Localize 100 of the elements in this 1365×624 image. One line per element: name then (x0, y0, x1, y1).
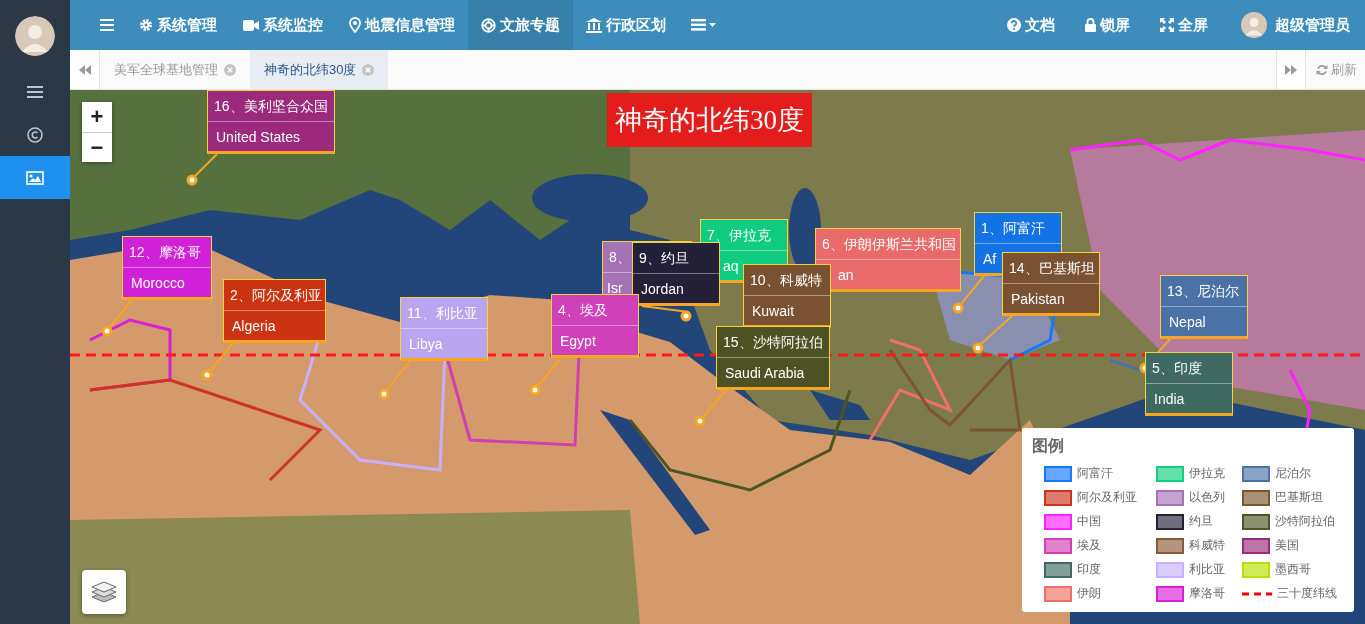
map-popup[interactable]: 9、约旦 Jordan (632, 242, 720, 306)
location-marker-icon[interactable] (186, 174, 198, 186)
popup-title: 6、伊朗伊斯兰共和国 (822, 236, 956, 252)
scroll-left-button[interactable] (70, 50, 100, 89)
leader-line (386, 360, 411, 391)
leader-line (960, 275, 985, 305)
popup-subtitle: Libya (409, 335, 443, 352)
zoom-in-button[interactable]: + (82, 102, 112, 132)
map-popup[interactable]: 14、巴基斯坦 Pakistan (1002, 252, 1100, 316)
popup-title: 5、印度 (1152, 360, 1202, 376)
leader-line (980, 315, 1013, 345)
legend-label: 沙特阿拉伯 (1275, 513, 1335, 530)
map-popup[interactable]: 13、尼泊尔 Nepal (1160, 275, 1248, 339)
popup-subtitle: Af (983, 250, 997, 267)
map-pin-icon (349, 17, 361, 33)
location-marker-icon[interactable] (972, 342, 984, 354)
popup-title: 7、伊拉克 (707, 227, 771, 243)
zoom-out-button[interactable]: − (82, 132, 112, 162)
legend-label: 约旦 (1189, 513, 1213, 530)
lifebuoy-icon (481, 17, 496, 33)
popup-subtitle: Morocco (131, 274, 185, 291)
list-caret-icon (691, 18, 717, 32)
popup-title: 16、美利坚合众国 (214, 98, 328, 114)
map-popup[interactable]: 11、利比亚 Libya (400, 297, 488, 361)
nav-menu-item[interactable]: 系统管理 (126, 0, 230, 50)
nav-menu-item[interactable]: 系统监控 (230, 0, 336, 50)
refresh-button[interactable]: 刷新 (1306, 50, 1365, 89)
nav-menu-item[interactable]: 地震信息管理 (336, 0, 468, 50)
video-camera-icon (243, 19, 259, 31)
popup-title: 15、沙特阿拉伯 (723, 334, 823, 350)
popup-subtitle: Egypt (560, 332, 596, 349)
legend-label: 巴基斯坦 (1275, 489, 1323, 506)
nav-menu-item[interactable]: 文旅专题 (468, 0, 573, 50)
leader-line (209, 342, 234, 372)
popup-subtitle: an (838, 266, 854, 283)
location-marker-icon[interactable] (378, 388, 390, 400)
legend-label: 三十度纬线 (1277, 585, 1337, 602)
popup-subtitle: Jordan (641, 280, 684, 297)
popup-subtitle: Algeria (232, 317, 276, 334)
user-avatar[interactable] (15, 16, 55, 56)
leader-line (537, 357, 562, 387)
scroll-right-button[interactable] (1276, 50, 1306, 89)
legend-label: 伊拉克 (1189, 465, 1225, 482)
location-marker-icon[interactable] (680, 310, 692, 322)
nav-menu-item[interactable]: 行政区划 (573, 0, 679, 50)
popup-subtitle: Saudi Arabia (725, 364, 805, 381)
lock-icon (1085, 18, 1096, 32)
legend-label: 摩洛哥 (1189, 585, 1225, 602)
settings-icon (139, 18, 153, 32)
location-marker-icon[interactable] (694, 415, 706, 427)
layers-icon (91, 580, 117, 604)
menu-icon (100, 19, 114, 31)
popup-title: 1、阿富汗 (981, 220, 1045, 236)
map-popup[interactable]: 10、科威特 Kuwait (743, 264, 831, 328)
double-right-arrow-icon (1285, 64, 1297, 75)
popup-subtitle: United States (216, 128, 301, 145)
user-menu[interactable]: 超级管理员 (1223, 0, 1365, 50)
location-marker-icon[interactable] (201, 369, 213, 381)
popup-subtitle: Kuwait (752, 302, 795, 319)
legend-label: 科威特 (1189, 537, 1225, 554)
bank-icon (586, 17, 602, 33)
location-marker-icon[interactable] (529, 384, 541, 396)
map-popup[interactable]: 12、摩洛哥 Morocco (122, 236, 212, 300)
map-popup[interactable]: 16、美利坚合众国 United States (207, 90, 335, 154)
legend-label: 印度 (1077, 561, 1101, 578)
popup-title: 9、约旦 (639, 250, 689, 266)
toolbar-link[interactable]: 锁屏 (1070, 0, 1145, 50)
location-marker-icon[interactable] (101, 325, 113, 337)
popup-subtitle: Pakistan (1011, 290, 1065, 307)
legend-label: 墨西哥 (1275, 561, 1311, 578)
page-tab[interactable]: 神奇的北纬30度 (250, 50, 389, 89)
map-popup[interactable]: 5、印度 India (1145, 352, 1233, 416)
legend-label: 以色列 (1189, 489, 1225, 506)
popup-title: 11、利比亚 (407, 305, 478, 321)
legend-title: 图例 (1032, 436, 1065, 456)
toolbar-link[interactable]: 文档 (992, 0, 1070, 50)
legend-label: 伊朗 (1077, 585, 1101, 602)
map-title: 神奇的北纬30度 (607, 93, 812, 147)
page-tab[interactable]: 美军全球基地管理 (100, 50, 250, 89)
popup-title: 2、阿尔及利亚 (230, 287, 322, 303)
popup-subtitle: aq (723, 257, 739, 274)
toolbar-link[interactable]: 全屏 (1145, 0, 1223, 50)
map-popup[interactable]: 15、沙特阿拉伯 Saudi Arabia (716, 326, 830, 390)
leader-line (194, 153, 218, 177)
legend-label: 尼泊尔 (1275, 465, 1311, 482)
popup-subtitle: India (1154, 390, 1185, 407)
popup-title: 4、埃及 (558, 302, 608, 318)
map-popup[interactable]: 2、阿尔及利亚 Algeria (223, 279, 326, 343)
location-marker-icon[interactable] (952, 302, 964, 314)
popup-title: 8、 (609, 249, 631, 265)
copyright-icon (27, 126, 43, 143)
help-icon (1007, 18, 1021, 32)
double-left-arrow-icon (78, 64, 91, 75)
menu-icon (27, 84, 43, 99)
map-popup[interactable]: 4、埃及 Egypt (551, 294, 639, 358)
image-icon (26, 170, 44, 185)
legend-label: 阿富汗 (1077, 465, 1113, 482)
leader-line (702, 389, 727, 418)
layers-button[interactable] (82, 570, 126, 614)
popup-title: 13、尼泊尔 (1167, 283, 1239, 299)
